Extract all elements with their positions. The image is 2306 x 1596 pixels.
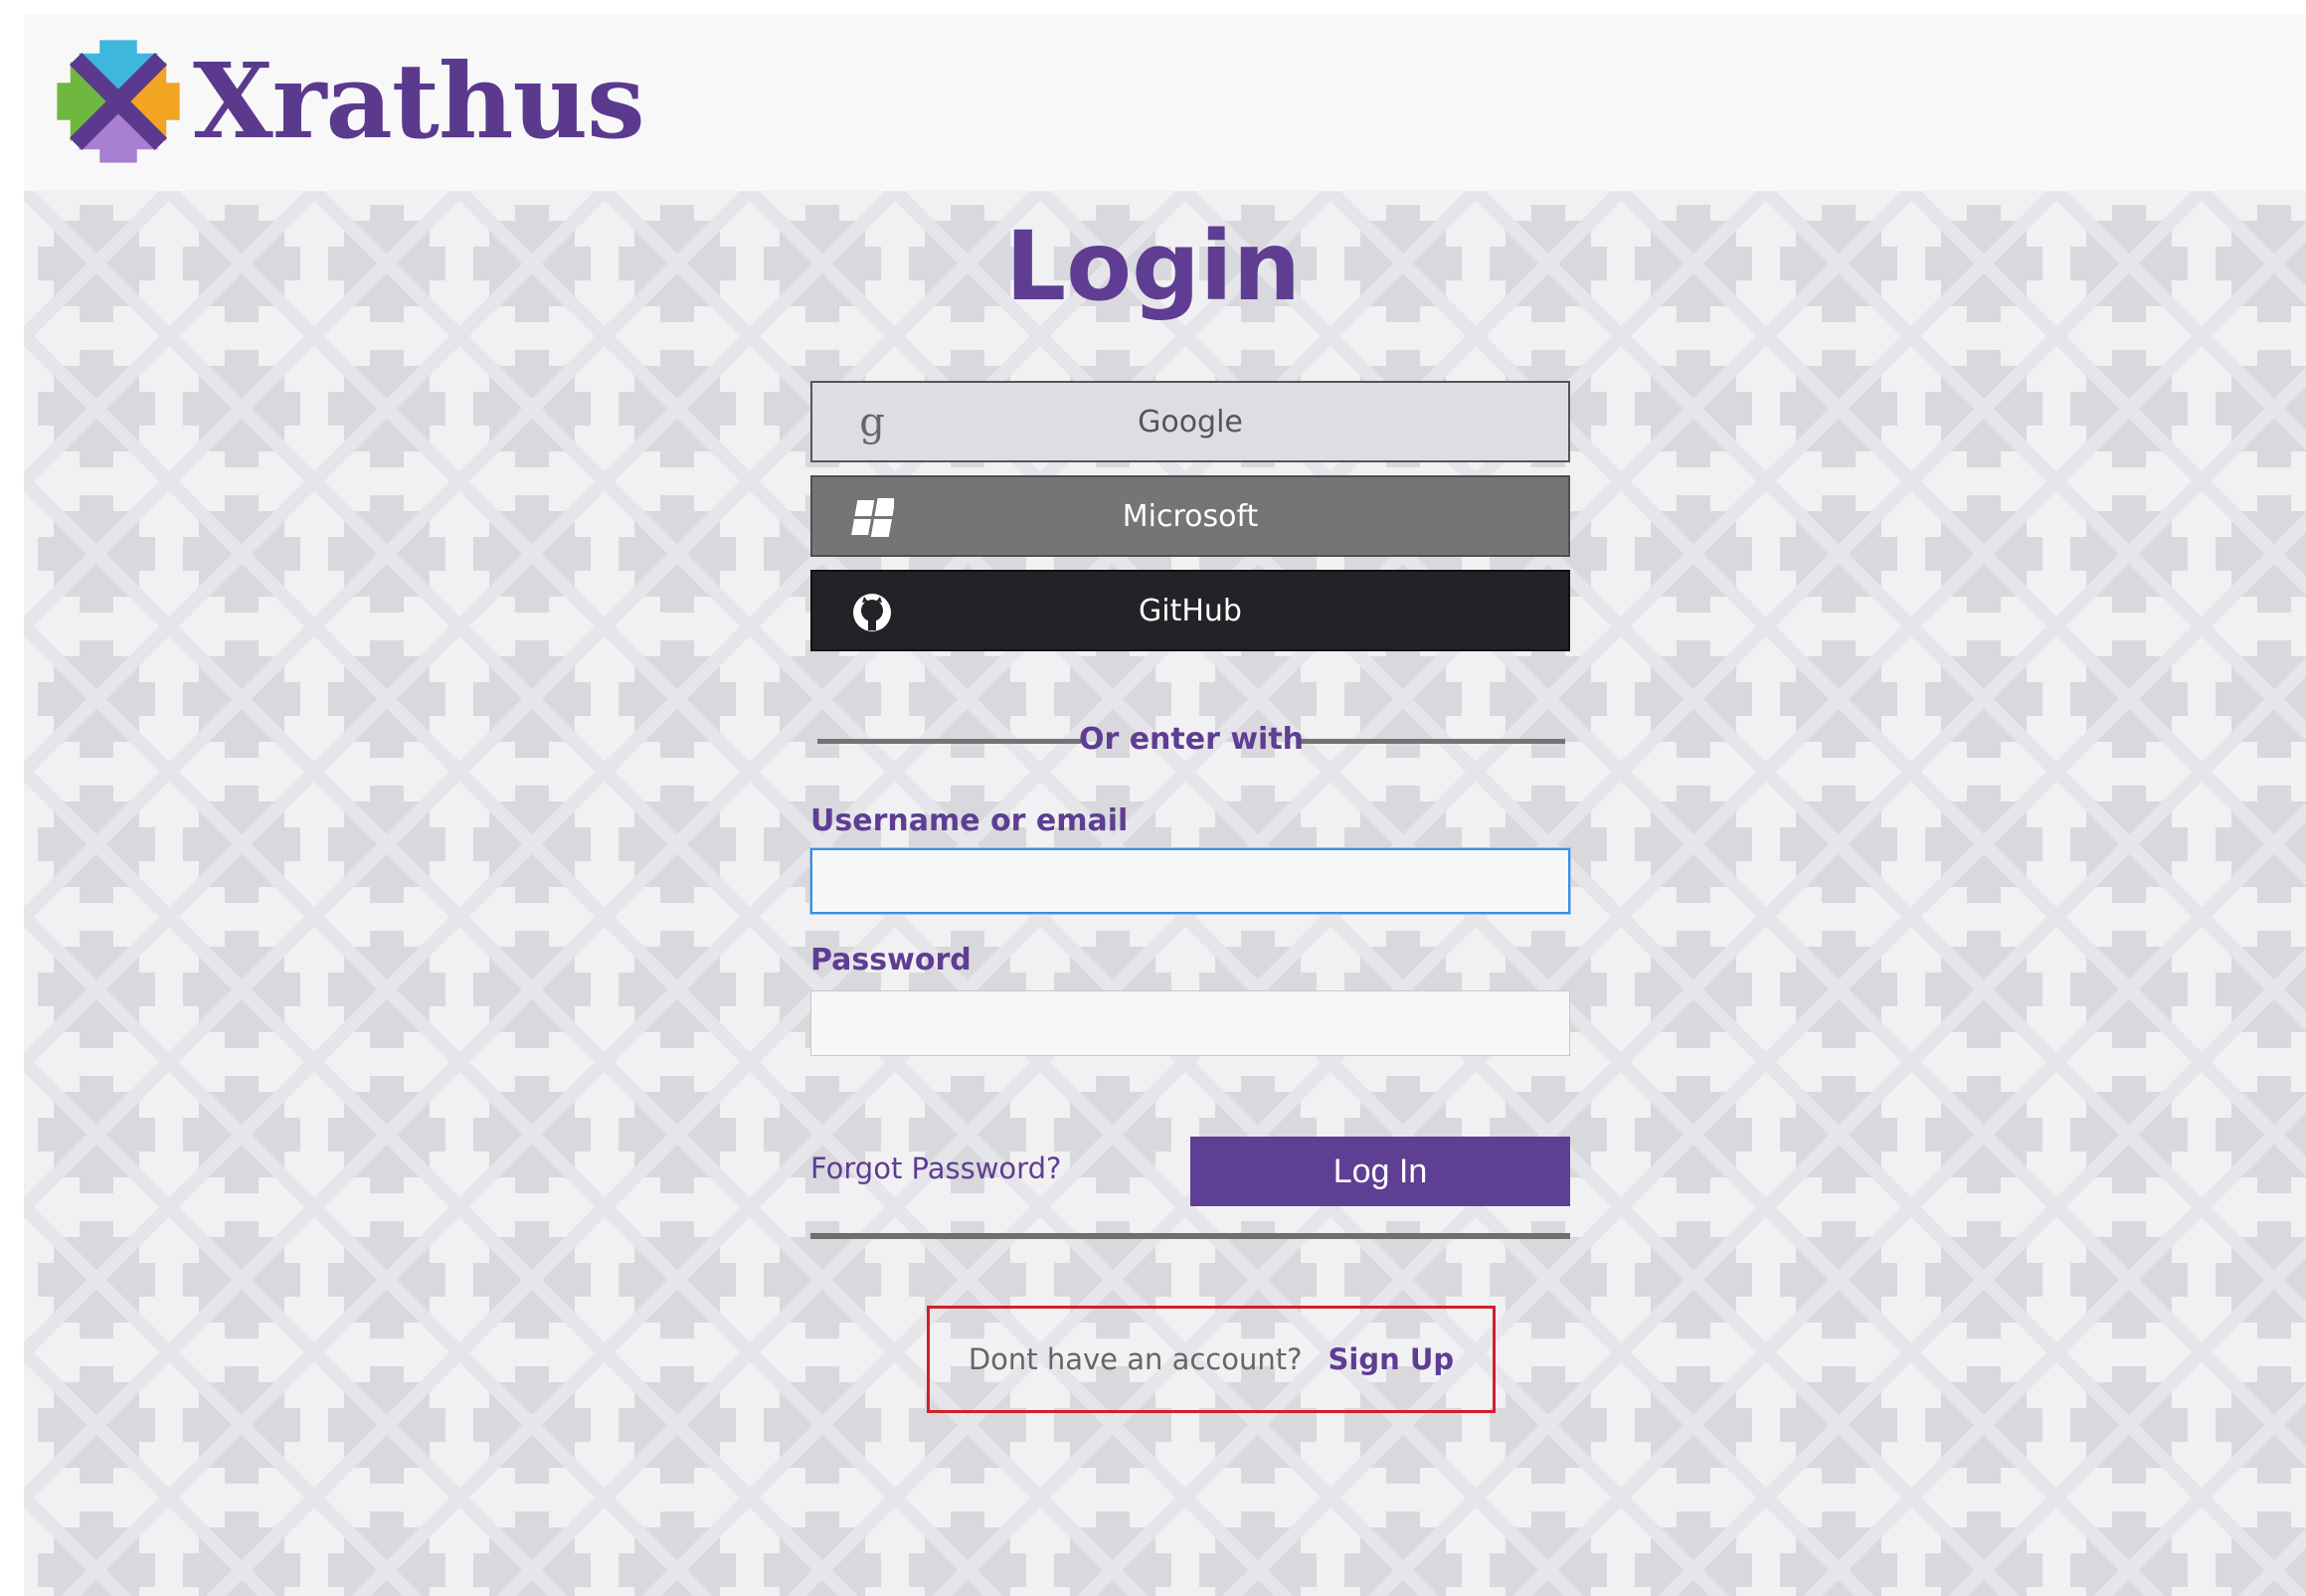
github-login-button[interactable]: GitHub [810, 570, 1570, 651]
svg-text:g: g [859, 402, 885, 445]
username-label: Username or email [810, 803, 1129, 838]
github-icon [850, 591, 894, 634]
google-login-button[interactable]: g Google [810, 381, 1570, 462]
page-title: Login [1004, 211, 1302, 322]
forgot-password-link[interactable]: Forgot Password? [810, 1152, 1061, 1185]
divider-text: Or enter with [1078, 722, 1305, 757]
microsoft-login-label: Microsoft [1122, 498, 1259, 534]
password-input[interactable] [810, 990, 1570, 1056]
microsoft-login-button[interactable]: Microsoft [810, 475, 1570, 557]
github-login-label: GitHub [1139, 593, 1242, 628]
xrathus-logo-icon [57, 40, 180, 163]
brand-name: Xrathus [193, 40, 645, 162]
windows-icon [850, 496, 894, 540]
form-divider [810, 1233, 1570, 1239]
signup-link[interactable]: Sign Up [1329, 1342, 1455, 1376]
login-button[interactable]: Log In [1190, 1137, 1570, 1206]
google-g-icon: g [850, 402, 894, 445]
or-divider: Or enter with [817, 720, 1565, 760]
password-label: Password [810, 943, 972, 977]
google-login-label: Google [1138, 404, 1243, 440]
brand-logo[interactable]: Xrathus [52, 32, 645, 171]
signup-prompt: Dont have an account? [968, 1342, 1303, 1376]
signup-highlight-box: Dont have an account? Sign Up [927, 1306, 1496, 1413]
username-input[interactable] [810, 848, 1570, 914]
